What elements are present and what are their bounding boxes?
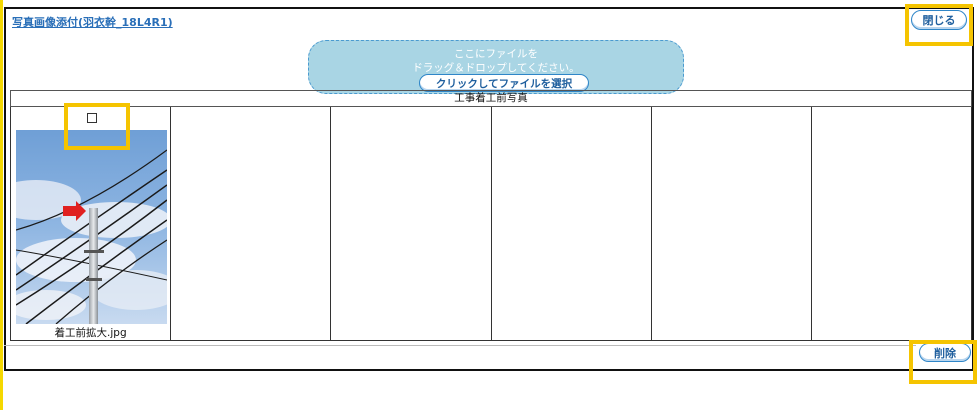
photo-cell-2 bbox=[171, 107, 332, 341]
photo-cell-1: 着工前拡大.jpg bbox=[10, 107, 172, 341]
grid-header: 工事着工前写真 bbox=[10, 91, 972, 107]
photo-cell-3 bbox=[331, 107, 492, 341]
utility-pole-image bbox=[16, 130, 167, 324]
file-dropzone[interactable]: ここにファイルを ドラッグ＆ドロップしてください。 クリックしてファイルを選択 bbox=[308, 40, 684, 94]
photo-cell-4 bbox=[491, 107, 652, 341]
close-button[interactable]: 閉じる bbox=[911, 10, 967, 30]
photo-checkbox[interactable] bbox=[87, 113, 97, 123]
photo-thumbnail[interactable] bbox=[16, 130, 167, 324]
divider bbox=[4, 345, 916, 346]
dropzone-text-line2: ドラッグ＆ドロップしてください。 bbox=[412, 62, 580, 74]
photo-cell-6 bbox=[811, 107, 973, 341]
delete-button[interactable]: 削除 bbox=[919, 343, 971, 362]
dropzone-text-line1: ここにファイルを bbox=[454, 48, 538, 60]
panel-title: 写真画像添付(羽衣幹_18L4R1) bbox=[12, 16, 173, 29]
photo-filename: 着工前拡大.jpg bbox=[54, 327, 127, 339]
photo-grid: 工事着工前写真 着工前拡大.jpg bbox=[10, 90, 973, 341]
photo-cell-5 bbox=[651, 107, 812, 341]
left-accent-bar bbox=[0, 0, 3, 410]
